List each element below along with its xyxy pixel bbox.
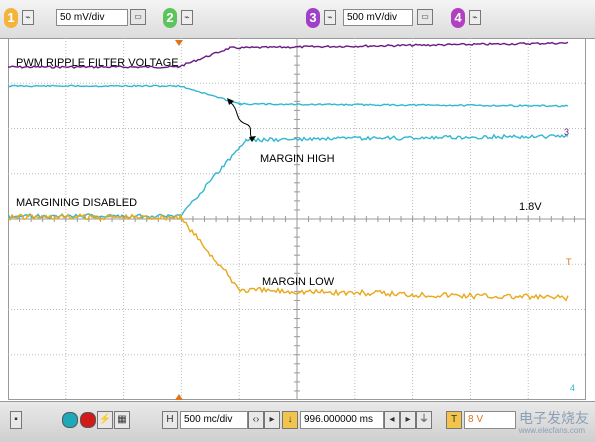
menu-icon[interactable]: ▪ <box>10 411 22 429</box>
run-indicator-icon[interactable] <box>62 412 78 428</box>
pwm-ripple-filter-label: PWM RIPPLE FILTER VOLTAGE <box>16 57 179 69</box>
single-shot-icon[interactable]: ⚡ <box>97 411 113 429</box>
channel-3-settings-button[interactable]: ▭ <box>417 9 433 25</box>
position-right-icon[interactable]: ▸ <box>400 411 416 429</box>
trigger-level-marker[interactable]: T <box>566 257 572 267</box>
oscilloscope-display: PWM RIPPLE FILTER VOLTAGE MARGIN HIGH MA… <box>8 38 586 400</box>
channel-3-reference-marker[interactable]: 3 <box>564 127 569 137</box>
channel-3-scale-field[interactable]: 500 mV/div <box>343 9 413 26</box>
channel-4-badge[interactable]: 4 <box>451 8 465 28</box>
waveform-graticule <box>8 38 586 400</box>
channel-1-probe-icon[interactable]: ⌁ <box>22 10 34 25</box>
channel-4-probe-icon[interactable]: ⌁ <box>469 10 481 25</box>
annotation-arrow <box>229 101 253 139</box>
watermark-url: www.elecfans.com <box>518 426 585 435</box>
channel-4-trace-decay <box>8 84 569 108</box>
watermark-logo: 电子发烧友 <box>519 410 589 426</box>
timebase-step-icon[interactable]: ▸ <box>264 411 280 429</box>
timebase-field[interactable]: 500 mc/div <box>180 411 248 429</box>
channel-1-settings-button[interactable]: ▭ <box>130 9 146 25</box>
margin-low-label: MARGIN LOW <box>262 276 335 288</box>
timebase-toolbar: ▪ ⚡ ▦ H 500 mc/div ‹› ▸ ↓ 996.000000 ms … <box>0 401 595 442</box>
horizontal-button[interactable]: H <box>162 411 178 429</box>
trigger-button[interactable]: T <box>446 411 462 429</box>
channel-toolbar: 1 ⌁ 50 mV/div ▭ 2 ⌁ 3 ⌁ 500 mV/div ▭ 4 ⌁ <box>0 0 595 39</box>
display-mode-icon[interactable]: ▦ <box>114 411 130 429</box>
channel-2-probe-icon[interactable]: ⌁ <box>181 10 193 25</box>
position-left-icon[interactable]: ◂ <box>384 411 400 429</box>
horizontal-position-field[interactable]: 996.000000 ms <box>300 411 384 429</box>
channel-1-scale-field[interactable]: 50 mV/div <box>56 9 128 26</box>
position-reset-icon[interactable]: ⏚ <box>416 411 432 429</box>
channel-1-badge[interactable]: 1 <box>4 8 18 28</box>
channel-2-badge[interactable]: 2 <box>163 8 177 28</box>
margin-high-label: MARGIN HIGH <box>260 153 335 165</box>
trigger-position-marker <box>175 40 183 46</box>
channel-3-probe-icon[interactable]: ⌁ <box>324 10 336 25</box>
trigger-position-icon[interactable]: ↓ <box>282 411 298 429</box>
voltage-label: 1.8V <box>519 201 542 213</box>
timebase-adjust-icon[interactable]: ‹› <box>248 411 264 429</box>
channel-4-reference-marker[interactable]: 4 <box>570 383 575 393</box>
annotation-arrowhead-top <box>227 98 234 105</box>
trigger-level-field[interactable]: 8 V <box>464 411 516 429</box>
margining-disabled-label: MARGINING DISABLED <box>16 197 138 209</box>
trigger-position-marker-bottom <box>175 394 183 400</box>
stop-indicator-icon[interactable] <box>80 412 96 428</box>
channel-3-badge[interactable]: 3 <box>306 8 320 28</box>
